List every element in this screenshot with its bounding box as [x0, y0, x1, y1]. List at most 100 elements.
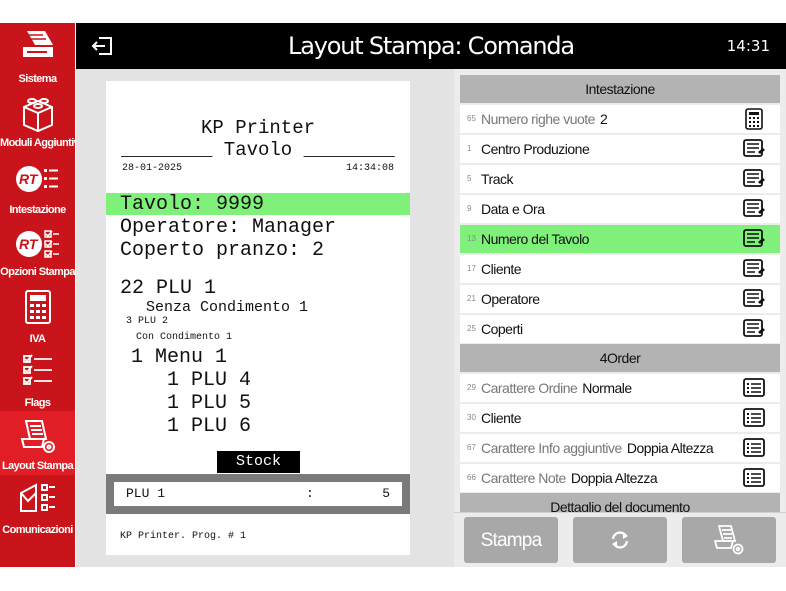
- rt-options-icon: RT: [15, 230, 59, 258]
- svg-text:RT: RT: [19, 236, 39, 252]
- row-label: Numero del Tavolo: [481, 231, 589, 247]
- printer-icon: [22, 31, 53, 57]
- receipt-footer: KP Printer. Prog. # 1: [120, 531, 247, 542]
- row-label: Carattere Info aggiuntive Doppia Altezza: [481, 440, 714, 456]
- sidebar-item-label: Sistema: [18, 73, 58, 85]
- layout-settings-list[interactable]: Intestazione 65 Numero righe vuote 2 1 Ce…: [454, 69, 786, 512]
- receipt-time: 14:34:08: [345, 163, 394, 174]
- sidebar-item-label: Layout Stampa: [1, 460, 74, 472]
- print-settings-icon: [713, 525, 744, 555]
- rt-header-icon: RT: [15, 166, 58, 192]
- stampa-button-label: Stampa: [480, 530, 542, 551]
- row-label: Carattere Ordine Normale: [481, 380, 632, 396]
- list-row-operatore[interactable]: 21 Operatore: [460, 285, 780, 313]
- row-label: Operatore: [481, 291, 540, 307]
- row-label: Track: [481, 171, 513, 187]
- row-number: 13: [467, 234, 476, 243]
- stock-qty: 5: [382, 486, 390, 501]
- receipt-menu-item: 1 PLU 5: [167, 392, 252, 415]
- list-row-track[interactable]: 5 Track: [460, 165, 780, 193]
- stampa-button[interactable]: Stampa: [464, 517, 558, 563]
- edit-list-icon[interactable]: [742, 228, 766, 250]
- receipt-menu-item: 1 PLU 6: [167, 415, 252, 438]
- receipt-preview-panel: KP Printer ________ Tavolo ________ 28-0…: [76, 69, 454, 567]
- sidebar-item-moduli[interactable]: Moduli Aggiuntivi: [0, 89, 82, 153]
- sidebar-item-flags[interactable]: Flags: [0, 347, 75, 411]
- row-label: Carattere Note Doppia Altezza: [481, 470, 658, 486]
- refresh-icon: [611, 531, 629, 549]
- list-row-cliente[interactable]: 17 Cliente: [460, 255, 780, 283]
- edit-list-icon[interactable]: [742, 168, 766, 190]
- sidebar-item-layout-stampa[interactable]: Layout Stampa: [0, 411, 75, 475]
- sidebar: Sistema Moduli Aggiuntivi RT Intestazion…: [0, 23, 82, 567]
- edit-list-icon[interactable]: [742, 318, 766, 340]
- list-icon[interactable]: [742, 407, 766, 429]
- receipt-tavolo: Tavolo: 9999: [120, 193, 265, 216]
- list-row-data-e-ora[interactable]: 9 Data e Ora: [460, 195, 780, 223]
- receipt-operatore: Operatore: Manager: [120, 216, 337, 239]
- stock-plu: PLU 1: [126, 486, 166, 501]
- row-number: 17: [467, 264, 476, 273]
- edit-list-icon[interactable]: [742, 138, 766, 160]
- section-header-dettaglio: Dettaglio del documento: [460, 493, 780, 512]
- title-bar: Layout Stampa: Comanda 14:31: [76, 23, 786, 69]
- refresh-button[interactable]: [573, 517, 667, 563]
- sidebar-item-label: Intestazione: [9, 204, 66, 216]
- page-title: Layout Stampa: Comanda: [288, 32, 575, 60]
- edit-list-icon[interactable]: [742, 198, 766, 220]
- list-row-centro-produzione[interactable]: 1 Centro Produzione: [460, 135, 780, 163]
- receipt-printer-name: KP Printer: [200, 117, 316, 139]
- list-row-cliente-4order[interactable]: 30 Cliente: [460, 404, 780, 432]
- row-label: Coperti: [481, 321, 523, 337]
- calculator-icon[interactable]: [742, 108, 766, 130]
- stock-label: Stock: [217, 451, 300, 473]
- list-icon[interactable]: [742, 377, 766, 399]
- list-icon[interactable]: [742, 437, 766, 459]
- stock-bar: PLU 1 : 5: [106, 474, 410, 514]
- row-number: 29: [467, 383, 476, 392]
- receipt-item-note: Con Condimento 1: [136, 332, 233, 343]
- stock-separator: :: [306, 486, 314, 501]
- receipt-paper: KP Printer ________ Tavolo ________ 28-0…: [106, 81, 410, 555]
- sidebar-item-label: Opzioni Stampa: [0, 266, 75, 278]
- receipt-date: 28-01-2025: [122, 163, 183, 174]
- row-number: 66: [467, 473, 476, 482]
- row-label: Centro Produzione: [481, 141, 590, 157]
- row-number: 65: [467, 114, 476, 123]
- sidebar-item-sistema[interactable]: Sistema: [0, 23, 75, 87]
- list-row-numero-righe-vuote[interactable]: 65 Numero righe vuote 2: [460, 105, 780, 133]
- receipt-item: 22 PLU 1: [120, 277, 217, 300]
- receipt-item-note: Senza Condimento 1: [146, 299, 309, 316]
- sidebar-item-intestazione[interactable]: RT Intestazione: [0, 153, 75, 217]
- sidebar-item-opzioni-stampa[interactable]: RT Opzioni Stampa: [0, 218, 75, 282]
- list-row-carattere-info-aggiuntive[interactable]: 67 Carattere Info aggiuntive Doppia Altez…: [460, 434, 780, 462]
- row-label: Cliente: [481, 261, 522, 277]
- edit-list-icon[interactable]: [742, 258, 766, 280]
- row-number: 9: [467, 204, 472, 213]
- receipt-coperto: Coperto pranzo: 2: [120, 239, 325, 262]
- sidebar-item-label: Flags: [24, 397, 51, 409]
- section-header-4order: 4Order: [460, 344, 780, 372]
- section-header-intestazione: Intestazione: [460, 75, 780, 103]
- list-row-carattere-note[interactable]: 66 Carattere Note Doppia Altezza: [460, 464, 780, 492]
- list-icon[interactable]: [742, 467, 766, 489]
- list-row-carattere-ordine[interactable]: 29 Carattere Ordine Normale: [460, 374, 780, 402]
- row-label: Data e Ora: [481, 201, 545, 217]
- receipt-menu-item: 1 PLU 4: [167, 369, 252, 392]
- edit-list-icon[interactable]: [742, 288, 766, 310]
- list-row-coperti[interactable]: 25 Coperti: [460, 315, 780, 343]
- sidebar-item-comunicazioni[interactable]: Comunicazioni: [0, 475, 75, 539]
- clock: 14:31: [726, 37, 770, 55]
- sidebar-item-iva[interactable]: IVA: [0, 283, 75, 347]
- sidebar-item-label: IVA: [29, 333, 46, 345]
- checklist-icon: [22, 354, 52, 385]
- row-number: 5: [467, 174, 472, 183]
- sidebar-item-label: Moduli Aggiuntivi: [0, 137, 82, 149]
- list-row-numero-del-tavolo[interactable]: 13 Numero del Tavolo: [460, 225, 780, 253]
- print-settings-button[interactable]: [682, 517, 776, 563]
- envelope-icon: [19, 483, 55, 512]
- row-number: 25: [467, 324, 476, 333]
- bottom-toolbar: Stampa: [454, 512, 786, 567]
- receipt-table-line: ________ Tavolo ________: [121, 139, 395, 161]
- row-number: 21: [467, 294, 476, 303]
